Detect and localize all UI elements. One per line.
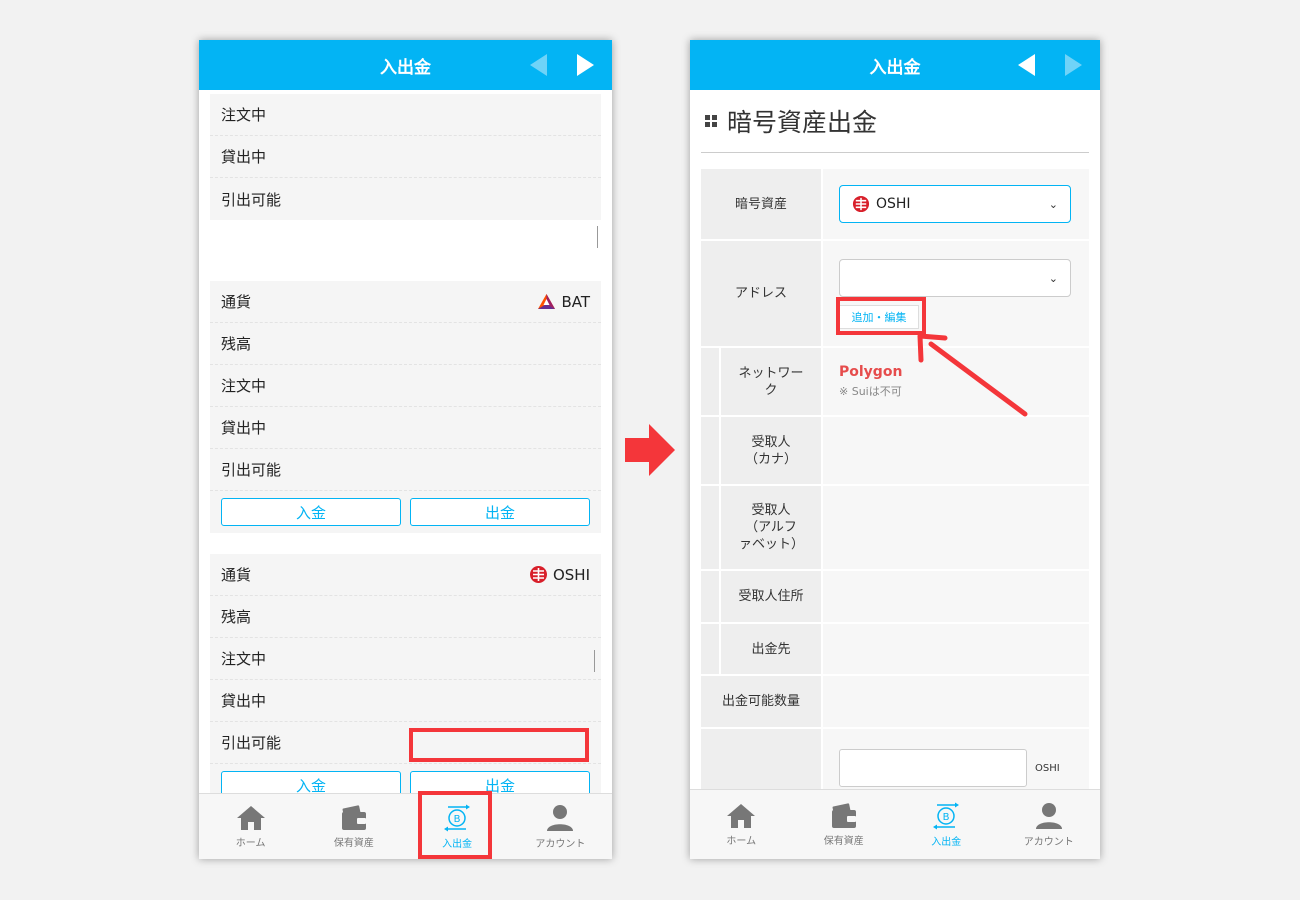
wallet-icon (341, 804, 366, 830)
list-item: 貸出中 (210, 680, 601, 722)
asset-label: 暗号資産 (701, 169, 821, 239)
list-item: 注文中 (210, 638, 601, 680)
scrollbar[interactable] (594, 650, 595, 672)
grid-icon (705, 115, 717, 127)
asset-card-oshi: 通貨 OSHI 残高 注文中 貸出中 引出可能 入金 出金 (210, 554, 601, 793)
tab-bar: ホーム 保有資産 B 入出金 アカウント (199, 793, 612, 859)
tab-account[interactable]: アカウント (509, 794, 612, 859)
home-icon (236, 805, 265, 830)
asset-card-bat: 通貨 BAT 残高 注文中 貸出中 引出可能 入金 出金 (210, 281, 601, 533)
tab-home[interactable]: ホーム (690, 790, 793, 859)
tab-holdings[interactable]: 保有資産 (793, 790, 896, 859)
account-icon (547, 804, 574, 831)
recipient-kana-label: 受取人 （カナ） (721, 417, 821, 484)
header-title: 入出金 (380, 57, 431, 78)
header-title: 入出金 (869, 57, 921, 78)
page-title: 暗号資産出金 (727, 108, 878, 137)
quantity-unit: OSHI (1035, 762, 1060, 774)
prev-arrow-icon[interactable] (530, 54, 547, 76)
asset-select[interactable]: OSHI ⌄ (839, 185, 1071, 223)
list-item: 貸出中 (210, 407, 601, 449)
list-item: 引出可能 (210, 722, 601, 764)
pointer-arrow-icon (917, 333, 1028, 417)
svg-text:B: B (943, 812, 950, 823)
withdraw-button[interactable]: 出金 (410, 498, 590, 526)
address-label: アドレス (701, 241, 821, 346)
bitcoin-transfer-icon: B (444, 804, 471, 831)
bat-logo-icon (538, 294, 556, 309)
tab-deposit-withdraw[interactable]: B 入出金 (406, 794, 509, 859)
withdraw-form: 暗号資産 OSHI ⌄ アドレス ⌄ 追加・編集 ネットワーク Polygon … (701, 169, 1089, 809)
add-edit-button[interactable]: 追加・編集 (839, 304, 919, 329)
chevron-down-icon: ⌄ (1048, 198, 1058, 211)
prev-arrow-icon[interactable] (1018, 54, 1035, 76)
asset-card: 注文中 貸出中 引出可能 (210, 94, 601, 220)
recipient-alphabet-label: 受取人 （アルファベット） (721, 486, 821, 569)
withdraw-button[interactable]: 出金 (410, 771, 590, 793)
next-arrow-icon[interactable] (577, 54, 594, 76)
chevron-down-icon: ⌄ (1048, 271, 1058, 285)
deposit-button[interactable]: 入金 (221, 498, 401, 526)
tab-bar: ホーム 保有資産 B 入出金 アカウント (690, 789, 1100, 859)
destination-label: 出金先 (721, 624, 821, 674)
list-item: 注文中 (210, 365, 601, 407)
tab-account[interactable]: アカウント (998, 790, 1101, 859)
list-item: 引出可能 (210, 449, 601, 491)
deposit-button[interactable]: 入金 (221, 771, 401, 793)
deposit-withdraw-list-screen: 入出金 注文中 貸出中 引出可能 通貨 BAT 残高 注文中 貸出中 引出可能 … (199, 40, 612, 859)
list-item: 引出可能 (221, 190, 282, 209)
scrollbar[interactable] (597, 226, 598, 248)
oshi-logo-icon (852, 195, 870, 213)
home-icon (727, 803, 756, 828)
crypto-withdraw-screen: 入出金 暗号資産出金 暗号資産 OSHI ⌄ アドレス ⌄ 追加・編集 ネットワ… (690, 40, 1100, 859)
address-select[interactable]: ⌄ (839, 258, 1071, 297)
oshi-logo-icon (529, 566, 547, 583)
account-icon (1035, 802, 1062, 829)
next-step-arrow-icon (625, 424, 675, 476)
available-qty-label: 出金可能数量 (701, 676, 821, 727)
tab-holdings[interactable]: 保有資産 (302, 794, 405, 859)
tab-home[interactable]: ホーム (199, 794, 302, 859)
list-item: 残高 (210, 323, 601, 365)
svg-text:B: B (454, 814, 461, 825)
tab-deposit-withdraw[interactable]: B 入出金 (895, 790, 998, 859)
app-header: 入出金 (199, 40, 612, 90)
quantity-input[interactable] (839, 749, 1027, 787)
currency-row: 通貨 BAT (210, 281, 601, 323)
network-label: ネットワーク (721, 348, 821, 415)
app-header: 入出金 (690, 40, 1100, 90)
asset-list[interactable]: 注文中 貸出中 引出可能 通貨 BAT 残高 注文中 貸出中 引出可能 入金 出… (199, 90, 612, 793)
currency-row: 通貨 OSHI (210, 554, 601, 596)
bitcoin-transfer-icon: B (933, 802, 960, 829)
list-item: 残高 (210, 596, 601, 638)
recipient-address-label: 受取人住所 (721, 571, 821, 622)
list-item: 貸出中 (210, 136, 601, 178)
next-arrow-icon[interactable] (1065, 54, 1082, 76)
list-item: 注文中 (210, 94, 601, 136)
wallet-icon (831, 802, 856, 828)
